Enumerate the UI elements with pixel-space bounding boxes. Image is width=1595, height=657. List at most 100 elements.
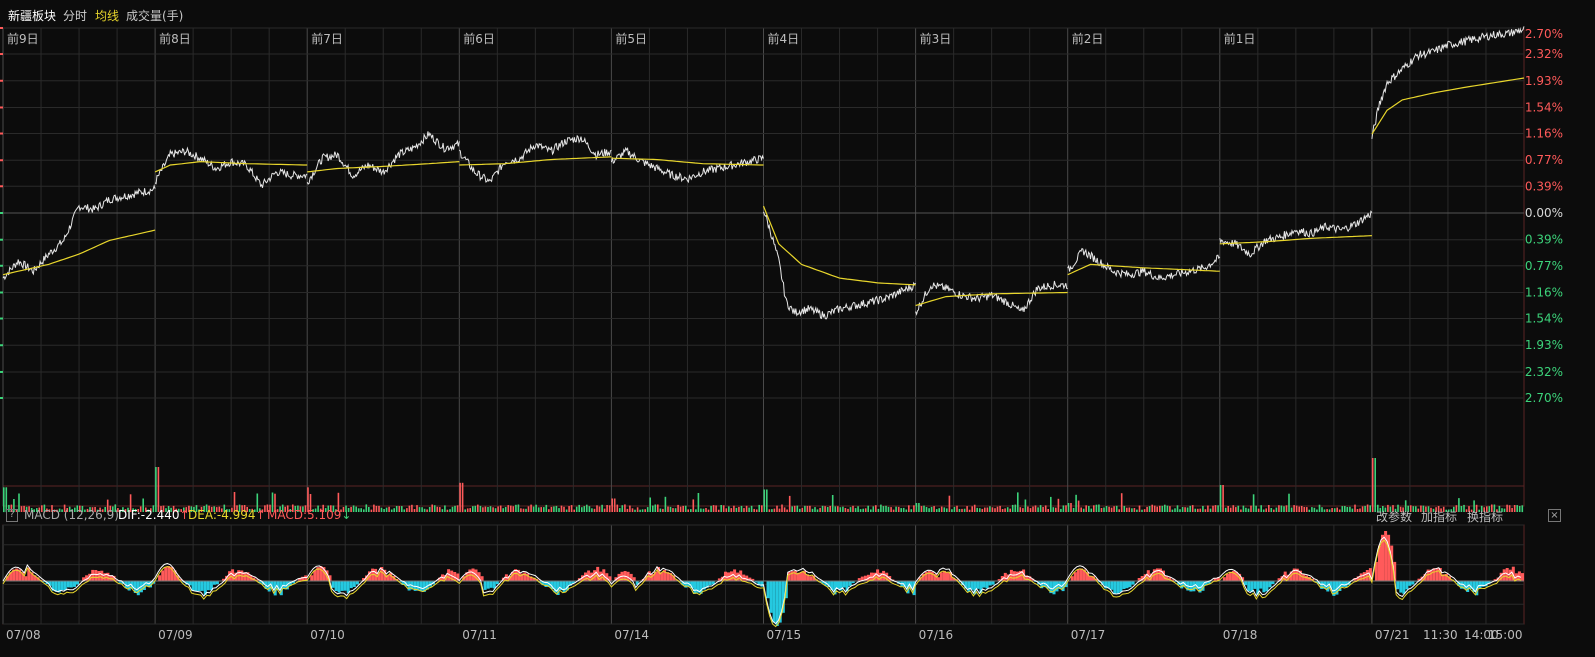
macd-bar	[313, 570, 317, 581]
macd-bar	[1405, 581, 1409, 590]
tab-volume[interactable]: 成交量(手)	[126, 7, 183, 24]
macd-bar	[194, 581, 198, 592]
day-label: 前1日	[1224, 31, 1256, 46]
x-date-label: 07/14	[614, 628, 649, 642]
macd-bar	[693, 581, 697, 594]
macd-bar	[1079, 568, 1083, 581]
macd-bar	[1244, 581, 1248, 586]
macd-bar	[69, 581, 73, 588]
modify-params-button[interactable]: 改参数	[1376, 508, 1412, 525]
macd-bar	[76, 581, 79, 585]
macd-bar	[632, 577, 636, 581]
dea-arrow-icon: ↑	[255, 508, 266, 522]
macd-bar	[167, 566, 171, 581]
macd-bar	[523, 572, 527, 581]
macd-bar	[1110, 581, 1114, 590]
volume-bar	[155, 467, 157, 512]
y-tick-label: 1.54%	[1525, 100, 1563, 114]
macd-bar	[197, 581, 201, 591]
macd-bar	[787, 571, 791, 581]
x-date-label: 07/10	[310, 628, 345, 642]
macd-bar	[334, 581, 338, 591]
macd-bar	[1089, 576, 1092, 581]
macd-bar	[1122, 581, 1126, 589]
tab-avg-line[interactable]: 均线	[95, 7, 119, 24]
macd-bar	[991, 581, 995, 585]
intraday-chart: 2.70% 2.32% 1.93% 1.54% 1.16% 0.77% 0.39% 0.00%…	[0, 26, 1563, 642]
macd-bar	[191, 581, 195, 591]
macd-bar	[73, 581, 76, 587]
y-tick-label: 0.00%	[1525, 206, 1563, 220]
dif-value: DIF:-2.440↑	[118, 508, 190, 522]
macd-bar	[772, 581, 776, 623]
macd-label: MACD (12,26,9)	[24, 508, 119, 522]
macd-bar	[355, 581, 359, 585]
x-date-label: 07/21	[1375, 628, 1410, 642]
macd-bar	[1003, 572, 1007, 581]
day-label: 前3日	[920, 31, 952, 46]
macd-bar	[206, 581, 210, 591]
macd-bar	[310, 575, 314, 581]
macd-arrow-icon: ↓	[341, 508, 352, 522]
y-tick-label: 2.70%	[1525, 27, 1563, 41]
y-tick-label: 0.39%	[1525, 179, 1563, 193]
macd-bar	[337, 581, 341, 593]
macd-bar	[66, 581, 70, 588]
macd-bar	[708, 581, 712, 586]
macd-bar	[1435, 568, 1439, 581]
macd-bar	[1320, 581, 1324, 589]
macd-bar	[1131, 581, 1135, 585]
day-label: 前9日	[7, 31, 39, 46]
macd-bar	[809, 576, 813, 581]
macd-bar	[1265, 581, 1269, 592]
y-tick-label: 1.93%	[1525, 338, 1563, 352]
macd-bar	[1259, 581, 1263, 589]
macd-bar	[1262, 581, 1266, 593]
macd-bar	[967, 581, 971, 592]
macd-bar	[882, 570, 886, 581]
macd-bar	[1253, 581, 1257, 589]
switch-indicator-button[interactable]: 换指标	[1467, 508, 1503, 525]
macd-bar	[343, 581, 347, 591]
macd-bar	[842, 581, 846, 588]
close-icon[interactable]: ×	[1548, 509, 1561, 522]
day-label: 前6日	[463, 31, 495, 46]
macd-bar	[212, 581, 216, 585]
macd-bar	[988, 581, 992, 586]
y-tick-label: 2.32%	[1525, 47, 1563, 61]
y-tick-label: 2.70%	[1525, 391, 1563, 405]
macd-bar	[1402, 581, 1406, 594]
x-date-label: 07/11	[462, 628, 497, 642]
macd-bar	[1478, 581, 1482, 588]
macd-bar	[161, 570, 165, 581]
macd-bar	[1076, 569, 1080, 581]
macd-bar	[544, 581, 548, 587]
macd-bar	[1225, 573, 1229, 581]
add-indicator-button[interactable]: 加指标	[1421, 508, 1457, 525]
macd-bar	[24, 576, 28, 581]
macd-bar	[200, 581, 204, 591]
macd-bar	[1432, 568, 1436, 581]
macd-bar	[1408, 581, 1412, 586]
macd-bar	[946, 572, 949, 581]
x-time-label: 15:00	[1488, 628, 1523, 642]
macd-bar	[1125, 581, 1129, 589]
macd-bar	[936, 577, 940, 581]
macd-bar	[97, 571, 101, 581]
macd-bar	[1365, 570, 1369, 581]
macd-bar	[489, 581, 493, 588]
help-icon[interactable]: ?	[6, 509, 18, 522]
macd-bar	[352, 581, 356, 587]
macd-bar	[985, 581, 989, 589]
macd-bar	[1073, 572, 1077, 581]
day-label: 前8日	[159, 31, 191, 46]
macd-bar	[562, 581, 566, 592]
volume-bar	[157, 467, 160, 512]
macd-bar	[340, 581, 344, 591]
tab-intraday[interactable]: 分时	[63, 7, 87, 24]
day-label: 前2日	[1072, 31, 1104, 46]
macd-value: MACD:5.109↓	[267, 508, 352, 522]
macd-bar	[91, 569, 95, 581]
macd-bar	[100, 570, 104, 581]
macd-bar	[331, 581, 335, 588]
